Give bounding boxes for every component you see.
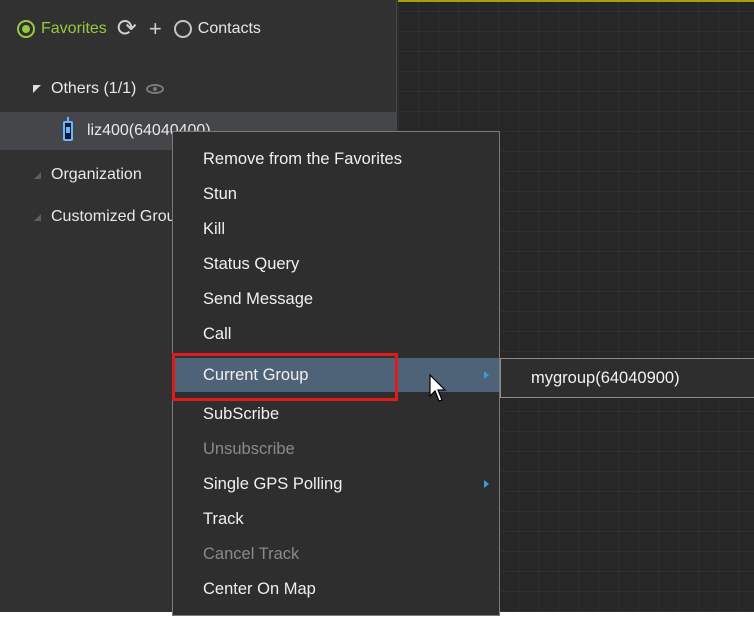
expand-arrow-icon[interactable] <box>33 85 41 93</box>
contacts-tab[interactable]: Contacts <box>198 20 261 38</box>
refresh-icon[interactable]: ⟳ <box>117 17 137 41</box>
menu-item-status-query[interactable]: Status Query <box>173 247 499 281</box>
menu-item-label: Status Query <box>203 254 300 273</box>
menu-item-kill[interactable]: Kill <box>173 212 499 246</box>
tree-group-others[interactable]: Others (1/1) <box>0 70 397 108</box>
menu-item-cancel-track: Cancel Track <box>173 537 499 571</box>
menu-item-label: Stun <box>203 184 237 203</box>
collapse-arrow-icon[interactable] <box>34 213 41 221</box>
menu-item-call[interactable]: Call <box>173 317 499 351</box>
radio-device-icon <box>63 117 73 141</box>
menu-item-stun[interactable]: Stun <box>173 177 499 211</box>
menu-item-label: Single GPS Polling <box>203 474 343 493</box>
menu-item-label: Unsubscribe <box>203 439 295 458</box>
menu-item-send-message[interactable]: Send Message <box>173 282 499 316</box>
highlight-annotation <box>172 353 398 401</box>
collapse-arrow-icon[interactable] <box>34 171 41 179</box>
menu-item-remove-favorites[interactable]: Remove from the Favorites <box>173 142 499 176</box>
menu-item-single-gps-polling[interactable]: Single GPS Polling <box>173 467 499 501</box>
eye-icon[interactable] <box>146 84 165 94</box>
mouse-cursor-icon <box>429 374 447 402</box>
contacts-radio[interactable] <box>173 20 192 38</box>
menu-item-label: Send Message <box>203 289 314 308</box>
menu-item-label: Track <box>203 509 244 528</box>
menu-item-label: Call <box>203 324 232 343</box>
submenu-arrow-icon <box>484 371 489 379</box>
submenu-item-mygroup[interactable]: mygroup(64040900) <box>531 369 680 388</box>
menu-item-label: Remove from the Favorites <box>203 149 402 168</box>
favorites-radio[interactable] <box>17 20 35 38</box>
current-group-submenu: mygroup(64040900) <box>500 358 754 398</box>
menu-item-label: Center On Map <box>203 579 316 598</box>
menu-item-label: SubScribe <box>203 404 280 423</box>
menu-item-subscribe[interactable]: SubScribe <box>173 397 499 431</box>
tree-group-label: Customized Group <box>51 208 185 225</box>
tree-group-label: Organization <box>51 166 142 183</box>
menu-item-label: Cancel Track <box>203 544 300 563</box>
menu-item-label: Kill <box>203 219 226 238</box>
tree-group-label: Others (1/1) <box>51 80 137 97</box>
submenu-arrow-icon <box>484 480 489 488</box>
favorites-tab[interactable]: Favorites <box>41 20 107 38</box>
add-icon[interactable]: + <box>149 18 162 40</box>
menu-item-track[interactable]: Track <box>173 502 499 536</box>
menu-item-center-on-map[interactable]: Center On Map <box>173 572 499 606</box>
menu-item-unsubscribe: Unsubscribe <box>173 432 499 466</box>
sidebar-toolbar: Favorites ⟳ + Contacts <box>0 0 397 58</box>
